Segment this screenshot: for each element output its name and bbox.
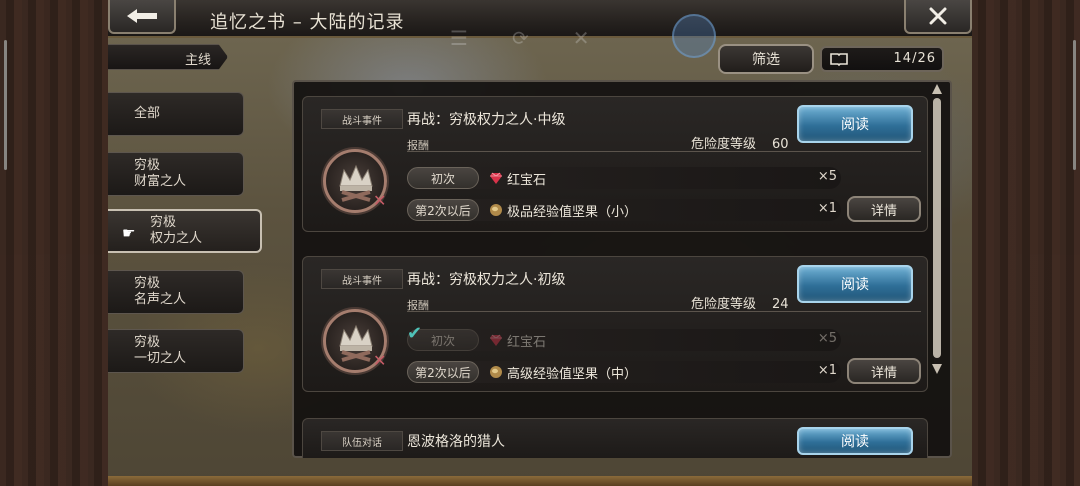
reward-row: 第2次以后 高级经验值坚果（中） ×1 <box>407 361 841 383</box>
incomplete-x-icon: ✕ <box>373 191 387 210</box>
danger-label: 危险度等级 <box>691 297 757 312</box>
event-type-tag: 战斗事件 <box>321 269 403 289</box>
sidebar-item-fame[interactable]: 穷极 名声之人 <box>108 270 244 314</box>
reward-condition-pill: 初次 <box>407 167 479 189</box>
danger-label: 危险度等级 <box>691 137 757 152</box>
incomplete-x-icon: ✕ <box>373 351 387 370</box>
sidebar-item-label: 穷极 <box>134 276 161 291</box>
sidebar-item-all[interactable]: 全部 <box>108 92 244 136</box>
danger-level: 危险度等级 60 <box>691 133 789 152</box>
danger-value: 24 <box>772 297 789 312</box>
reward-name: 极品经验值坚果（小） <box>507 205 638 220</box>
reward-name: 红宝石 <box>507 335 547 350</box>
divider <box>407 151 921 152</box>
progress-counter: 14/26 <box>820 46 944 72</box>
reward-row: 第2次以后 极品经验值坚果（小） ×1 <box>407 199 841 221</box>
read-button[interactable]: 阅读 <box>797 265 913 303</box>
record-card: 战斗事件 再战：穷极权力之人·初级 阅读 报酬 危险度等级 24 ✕ 初次 红宝石… <box>302 256 928 392</box>
compass-ghost-icon <box>672 14 716 58</box>
sidebar-item-sublabel: 名声之人 <box>134 292 187 307</box>
ruby-icon <box>490 172 502 184</box>
mainline-label: 主线 <box>184 53 211 68</box>
reward-condition-pill: 第2次以后 <box>407 361 479 383</box>
event-type-tag: 战斗事件 <box>321 109 403 129</box>
reward-quantity: ×5 <box>817 169 837 184</box>
refresh-icon: ⟳ <box>511 26 529 50</box>
close-button[interactable] <box>904 0 972 34</box>
sidebar-item-sublabel: 财富之人 <box>134 174 187 189</box>
back-arrow-icon <box>127 9 157 23</box>
background-ghost-icons: ☰ ⟳ ✕ <box>450 18 589 58</box>
page-title: 追忆之书 – 大陆的记录 <box>210 12 405 33</box>
reward-quantity: ×1 <box>817 201 837 216</box>
claimed-check-icon: ✔ <box>407 323 423 344</box>
read-button[interactable]: 阅读 <box>797 427 913 455</box>
reward-condition-pill: 第2次以后 <box>407 199 479 221</box>
sidebar-item-sublabel: 权力之人 <box>150 231 203 246</box>
reward-name: 红宝石 <box>507 173 547 188</box>
reward-name: 高级经验值坚果（中） <box>507 367 638 382</box>
divider <box>407 311 921 312</box>
read-button[interactable]: 阅读 <box>797 105 913 143</box>
close-ghost-icon: ✕ <box>572 26 590 50</box>
record-card: 战斗事件 再战：穷极权力之人·中级 阅读 报酬 危险度等级 60 ✕ 初次 红宝石… <box>302 96 928 232</box>
record-title: 再战：穷极权力之人·初级 <box>407 272 566 288</box>
back-button[interactable] <box>108 0 176 34</box>
reward-row: 初次 红宝石 ×5 <box>407 167 841 189</box>
sidebar-item-label: 全部 <box>134 106 161 121</box>
sidebar-item-sublabel: 一切之人 <box>134 351 187 366</box>
frame-bottom <box>108 476 972 486</box>
pointing-hand-icon: ☛ <box>122 224 136 242</box>
danger-value: 60 <box>772 137 789 152</box>
reward-quantity: ×1 <box>817 363 837 378</box>
sidebar-item-wealth[interactable]: 穷极 财富之人 <box>108 152 244 196</box>
scrollbar-thumb[interactable] <box>933 98 941 358</box>
close-icon <box>929 7 947 25</box>
left-wood-border <box>0 0 108 486</box>
record-title: 再战：穷极权力之人·中级 <box>407 112 566 128</box>
sidebar-item-label: 穷极 <box>134 158 161 173</box>
event-type-tag: 队伍对话 <box>321 431 403 451</box>
sidebar-item-everything[interactable]: 穷极 一切之人 <box>108 329 244 373</box>
mainline-tab[interactable]: 主线 <box>108 44 228 70</box>
detail-button[interactable]: 详情 <box>847 358 921 384</box>
book-icon <box>830 53 848 66</box>
scroll-up-arrow-icon[interactable] <box>932 84 942 94</box>
list-icon: ☰ <box>450 26 468 50</box>
sidebar-item-power[interactable]: ☛ 穷极 权力之人 <box>108 209 262 253</box>
nut-icon <box>490 204 502 216</box>
right-wood-border <box>972 0 1080 486</box>
sidebar-item-label: 穷极 <box>134 335 161 350</box>
nut-icon <box>490 366 502 378</box>
danger-level: 危险度等级 24 <box>691 293 789 312</box>
detail-button[interactable]: 详情 <box>847 196 921 222</box>
scroll-down-arrow-icon[interactable] <box>932 364 942 374</box>
reward-row: 初次 红宝石 ×5 <box>407 329 841 351</box>
counter-value: 14/26 <box>893 51 936 66</box>
filter-button[interactable]: 筛选 <box>718 44 814 74</box>
record-title: 恩波格洛的猎人 <box>407 434 505 450</box>
sidebar-item-label: 穷极 <box>150 215 177 230</box>
reward-quantity: ×5 <box>817 331 837 346</box>
ruby-icon <box>490 334 502 346</box>
record-card: 队伍对话 恩波格洛的猎人 阅读 <box>302 418 928 458</box>
